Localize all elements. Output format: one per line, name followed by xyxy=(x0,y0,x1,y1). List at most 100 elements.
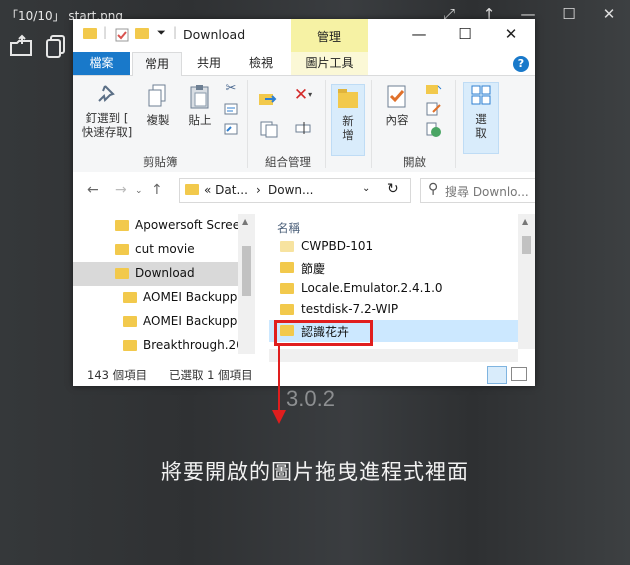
clipboard-group-label: 剪貼簿 xyxy=(143,155,178,169)
move-to-button[interactable] xyxy=(257,90,279,111)
ribbon-tabs: 檔案 常用 共用 檢視 圖片工具 ? xyxy=(73,52,535,77)
ribbon-separator xyxy=(455,80,456,168)
nav-item[interactable]: cut movie xyxy=(73,238,238,262)
pin-label: 釘選到 [ 快速存取] xyxy=(81,111,133,139)
ribbon-separator xyxy=(371,80,372,168)
address-dropdown-icon[interactable]: ⌄ xyxy=(362,183,370,194)
open-folder-icon[interactable] xyxy=(9,34,35,62)
drag-arrow-line xyxy=(278,346,280,412)
tab-picture-tools[interactable]: 圖片工具 xyxy=(291,52,368,75)
search-box[interactable]: ⚲ 搜尋 Downlo... xyxy=(420,178,535,203)
tab-file[interactable]: 檔案 xyxy=(73,52,130,75)
select-button[interactable]: 選 取 xyxy=(463,82,499,154)
scroll-up-icon: ▲ xyxy=(242,217,249,226)
file-row[interactable]: testdisk-7.2-WIP xyxy=(269,299,519,321)
open-dropdown-button[interactable] xyxy=(423,82,445,99)
file-row[interactable]: CWPBD-101 xyxy=(269,236,519,258)
nav-scrollbar[interactable]: ▲ xyxy=(238,214,255,354)
breadcrumb-separator-icon: › xyxy=(256,183,261,197)
nav-item-selected[interactable]: Download xyxy=(73,262,238,286)
window-maximize-button[interactable]: ☐ xyxy=(442,19,488,49)
explorer-titlebar[interactable]: | ⏷ | Download 管理 — ☐ ✕ xyxy=(73,19,535,52)
window-title: Download xyxy=(183,27,246,42)
large-icons-view-icon[interactable] xyxy=(511,367,527,381)
refresh-icon[interactable]: ↻ xyxy=(387,181,399,197)
nav-item[interactable]: AOMEI Backuppe xyxy=(73,310,238,334)
copy-label: 複製 xyxy=(146,113,170,127)
maximize-button[interactable]: ☐ xyxy=(556,3,582,25)
paste-label: 貼上 xyxy=(188,113,212,127)
paste-shortcut-icon[interactable] xyxy=(223,123,239,138)
rename-button[interactable] xyxy=(293,120,313,139)
address-bar-row: ← → ⌄ ↑ « Dat... › Down... ⌄ ↻ ⚲ 搜尋 Down… xyxy=(73,172,535,209)
address-box[interactable]: « Dat... › Down... ⌄ ↻ xyxy=(179,178,411,203)
paste-button[interactable]: 貼上 xyxy=(183,84,217,127)
selected-count: 已選取 1 個項目 xyxy=(169,368,253,382)
pin-icon xyxy=(98,85,115,102)
properties-button[interactable]: 內容 xyxy=(379,84,415,127)
copy-path-icon[interactable] xyxy=(223,103,239,118)
new-folder-icon[interactable] xyxy=(135,28,149,42)
open-group-label: 開啟 xyxy=(403,155,426,169)
horizontal-scrollbar[interactable] xyxy=(269,349,518,363)
version-text: 3.0.2 xyxy=(286,386,335,411)
history-button[interactable] xyxy=(423,122,445,141)
search-placeholder[interactable]: 搜尋 Downlo... xyxy=(445,183,529,200)
up-arrow-icon[interactable]: ↑ xyxy=(151,182,163,198)
forward-arrow-icon[interactable]: → xyxy=(115,182,127,198)
properties-label: 內容 xyxy=(385,113,409,127)
cut-icon[interactable]: ✂ xyxy=(223,82,239,96)
column-header-name[interactable]: 名稱 xyxy=(277,220,300,236)
delete-icon[interactable]: ✕▾ xyxy=(289,87,317,104)
breadcrumb-download[interactable]: Down... xyxy=(268,183,313,197)
tab-share[interactable]: 共用 xyxy=(185,52,233,75)
nav-item[interactable]: Apowersoft Screen xyxy=(73,214,248,238)
context-tab-label: 管理 xyxy=(317,30,342,44)
back-arrow-icon[interactable]: ← xyxy=(87,182,99,198)
nav-item[interactable]: AOMEI Backuppe xyxy=(73,286,238,310)
recent-dropdown-icon[interactable]: ⌄ xyxy=(135,186,143,196)
properties-check-icon[interactable] xyxy=(115,28,129,42)
new-item-button[interactable]: 新 增 xyxy=(331,84,365,156)
tab-view[interactable]: 檢視 xyxy=(237,52,285,75)
status-bar: 143 個項目 已選取 1 個項目 xyxy=(73,362,535,386)
navigation-pane: Apowersoft Screen cut movie Download AOM… xyxy=(73,214,255,354)
window-minimize-button[interactable]: — xyxy=(396,19,442,49)
edit-button[interactable] xyxy=(423,102,445,119)
new-folder-large-icon xyxy=(338,89,358,108)
pin-quick-access-button[interactable]: 釘選到 [ 快速存取] xyxy=(79,84,135,139)
scroll-thumb xyxy=(242,246,251,296)
caption-text: 將要開啟的圖片拖曳進程式裡面 xyxy=(161,460,469,484)
scroll-up-icon: ▲ xyxy=(522,217,529,226)
ribbon: 釘選到 [ 快速存取] 複製 貼上 ✂ 剪貼簿 ✕▾ 組合管理 新 增 內容 開… xyxy=(73,76,535,173)
ribbon-separator xyxy=(325,80,326,168)
item-count: 143 個項目 xyxy=(87,368,148,382)
select-grid-icon xyxy=(471,85,491,105)
file-scrollbar[interactable]: ▲ xyxy=(518,214,535,349)
close-button[interactable]: ✕ xyxy=(596,3,622,25)
file-row[interactable]: 節慶 xyxy=(269,257,519,279)
highlight-box xyxy=(274,320,373,346)
clipboard-icon xyxy=(190,85,209,109)
properties-icon xyxy=(387,85,406,108)
address-folder-icon xyxy=(185,184,199,198)
new-label: 新 增 xyxy=(342,114,354,142)
breadcrumb-data[interactable]: « Dat... xyxy=(204,183,248,197)
nav-item[interactable]: Breakthrough.201 xyxy=(73,334,238,358)
copy-button[interactable]: 複製 xyxy=(141,84,175,127)
file-row[interactable]: Locale.Emulator.2.4.1.0 xyxy=(269,278,519,300)
select-label: 選 取 xyxy=(475,112,487,140)
copy-to-button[interactable] xyxy=(257,120,283,141)
customize-dropdown-icon[interactable]: ⏷ xyxy=(157,26,171,40)
drag-arrow-icon xyxy=(272,410,286,424)
details-view-icon[interactable] xyxy=(487,366,507,384)
window-close-button[interactable]: ✕ xyxy=(488,19,534,49)
search-icon: ⚲ xyxy=(428,181,439,197)
tab-home[interactable]: 常用 xyxy=(132,52,182,77)
help-icon[interactable]: ? xyxy=(513,56,529,72)
ribbon-separator xyxy=(247,80,248,168)
organize-group-label: 組合管理 xyxy=(265,155,311,169)
copy-doc-icon xyxy=(148,84,166,107)
copy-icon[interactable] xyxy=(44,34,68,62)
scroll-thumb xyxy=(522,236,531,254)
